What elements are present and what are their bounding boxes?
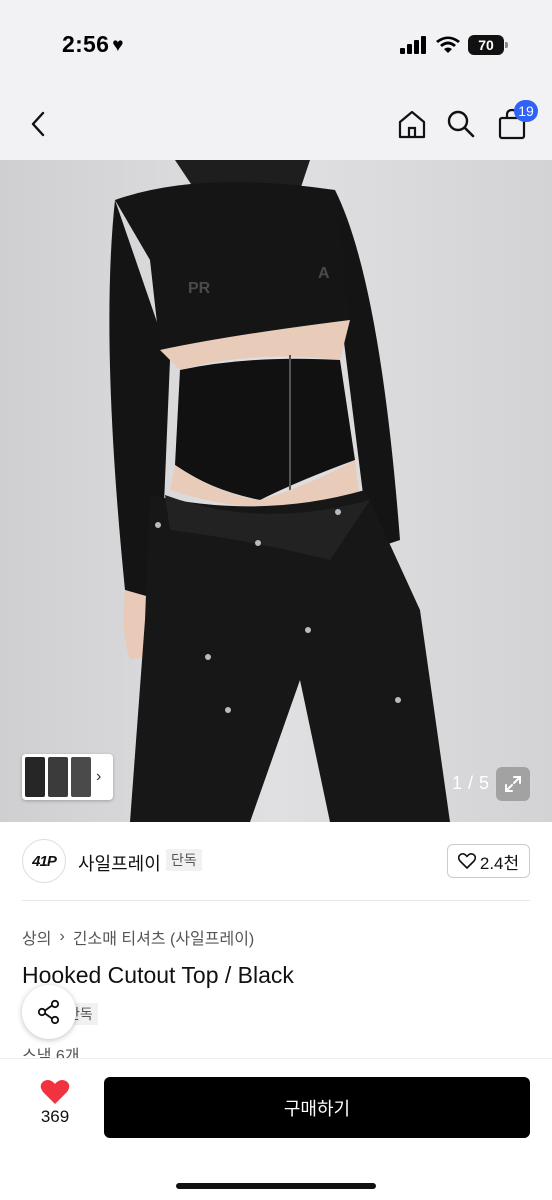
chevron-right-icon: › (59, 928, 65, 945)
home-indicator (176, 1183, 376, 1189)
divider (22, 900, 530, 901)
share-icon (37, 999, 60, 1025)
expand-icon (505, 776, 521, 792)
svg-text:A: A (318, 265, 330, 282)
chevron-right-icon: › (96, 768, 102, 785)
svg-text:PR: PR (188, 280, 211, 297)
search-icon (447, 110, 475, 138)
cart-count-badge: 19 (514, 100, 538, 122)
status-bar: 2:56 ♥ 70 (0, 0, 552, 90)
thumbnail-3[interactable] (71, 757, 91, 797)
heart-status-icon: ♥ (112, 35, 124, 56)
product-photo: PR A (0, 160, 552, 822)
search-button[interactable] (441, 104, 481, 144)
product-image[interactable]: PR A (0, 160, 552, 822)
stock-text: 스낵 6개 (22, 1048, 80, 1058)
breadcrumb-item-subcategory[interactable]: 긴소매 티셔츠 (사일프레이) (73, 925, 254, 949)
exclusive-badge: 단독 (166, 849, 202, 871)
battery-indicator: 70 (468, 35, 508, 55)
product-title: Hooked Cutout Top / Black (22, 962, 294, 988)
heart-outline-icon (457, 853, 476, 869)
cart-button[interactable]: 19 (492, 100, 538, 144)
wifi-icon (436, 36, 460, 53)
thumbnail-2[interactable] (48, 757, 68, 797)
status-time: 2:56 ♥ (62, 31, 124, 58)
brand-row: 41P 사일프레이 단독 2.4천 (0, 822, 552, 902)
bottom-bar: 369 구매하기 (0, 1058, 552, 1200)
breadcrumb-item-category[interactable]: 상의 (22, 925, 51, 949)
status-icons: 70 (400, 34, 508, 56)
home-icon (398, 110, 426, 139)
brand-like-button[interactable]: 2.4천 (447, 844, 530, 878)
wish-button[interactable]: 369 (34, 1079, 76, 1127)
buy-button[interactable]: 구매하기 (104, 1077, 530, 1138)
heart-icon (40, 1080, 70, 1104)
brand-name[interactable]: 사일프레이 (78, 850, 161, 876)
brand-like-count: 2.4천 (479, 853, 520, 873)
back-button[interactable] (18, 104, 58, 144)
back-icon (31, 111, 45, 137)
signal-icon (400, 36, 426, 54)
expand-button[interactable] (496, 767, 530, 801)
thumbnail-1[interactable] (25, 757, 45, 797)
wish-count: 369 (40, 1107, 70, 1126)
image-counter: 1 / 5 (452, 773, 490, 793)
home-button[interactable] (392, 104, 432, 144)
status-time-text: 2:56 (62, 31, 110, 57)
top-nav: 19 (0, 90, 552, 160)
breadcrumb: 상의 › 긴소매 티셔츠 (사일프레이) (22, 925, 254, 949)
thumbnail-strip[interactable]: › (22, 754, 113, 800)
share-button[interactable] (22, 985, 76, 1039)
brand-logo[interactable]: 41P (22, 839, 66, 883)
